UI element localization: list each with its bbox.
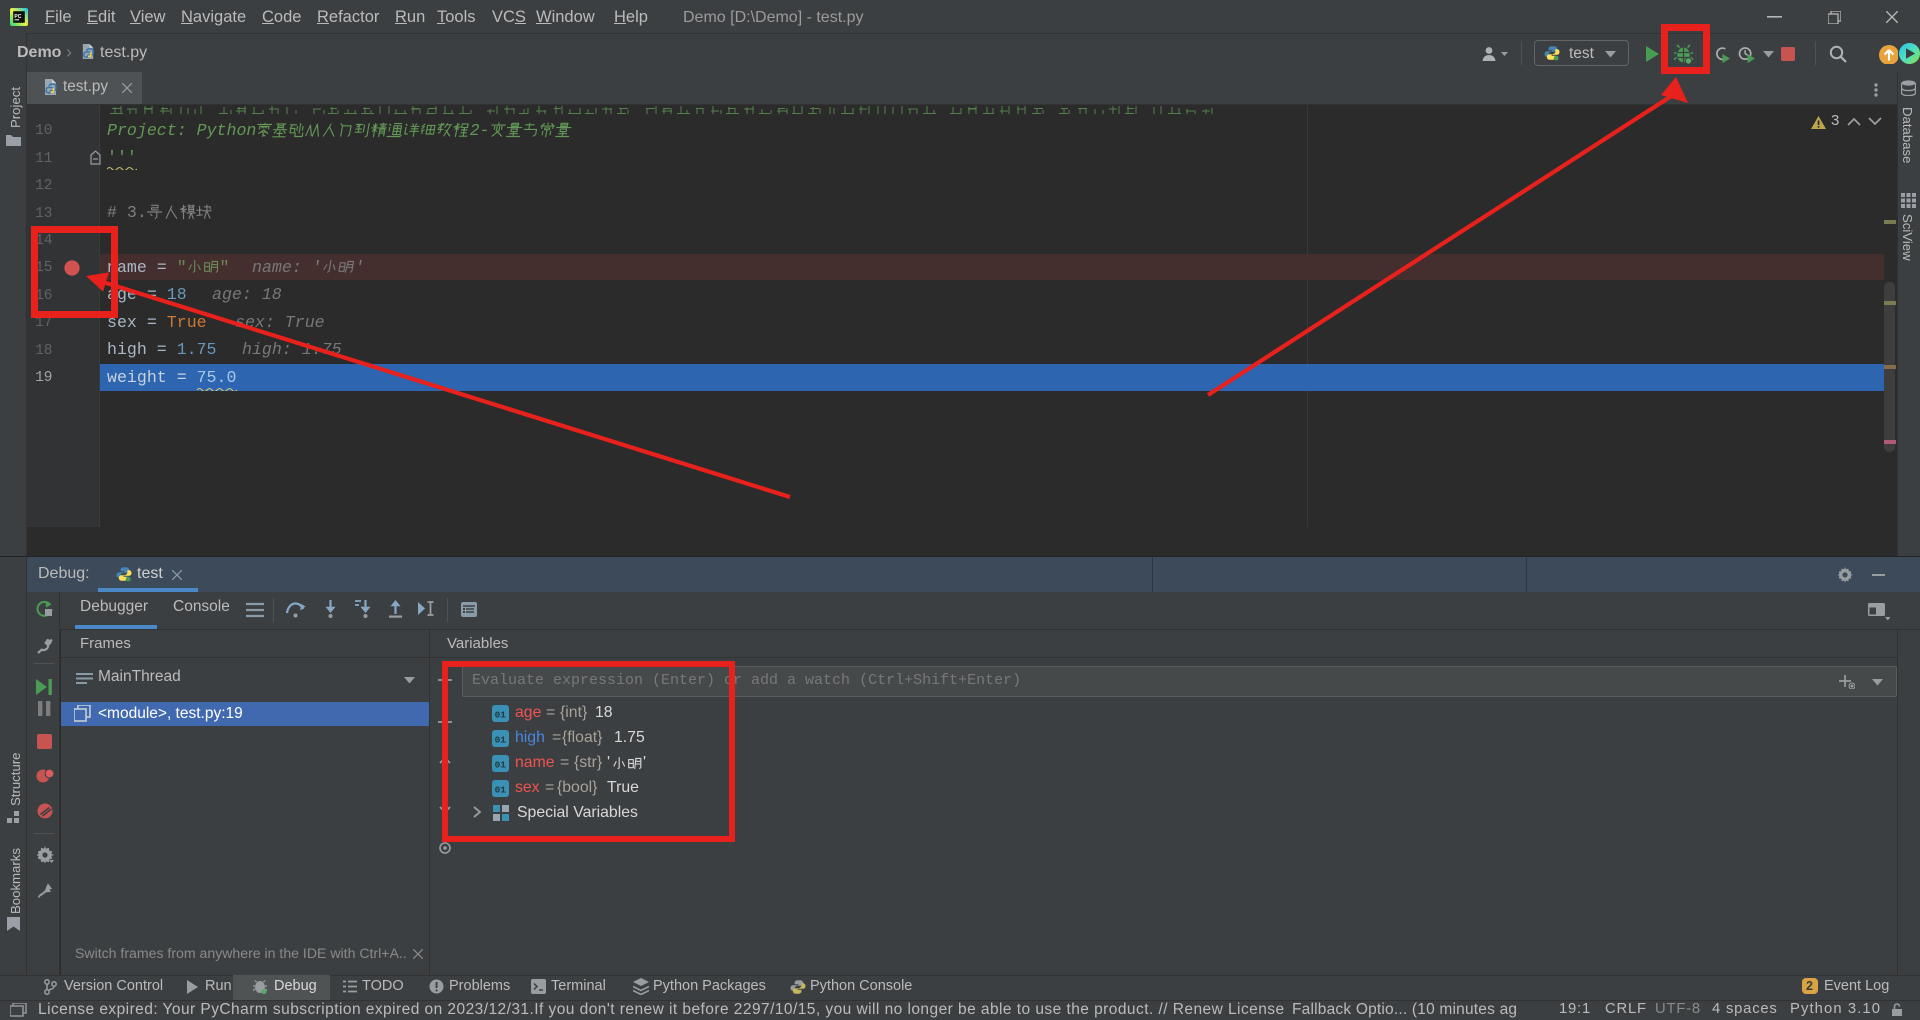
svg-text:PC: PC bbox=[14, 14, 21, 20]
